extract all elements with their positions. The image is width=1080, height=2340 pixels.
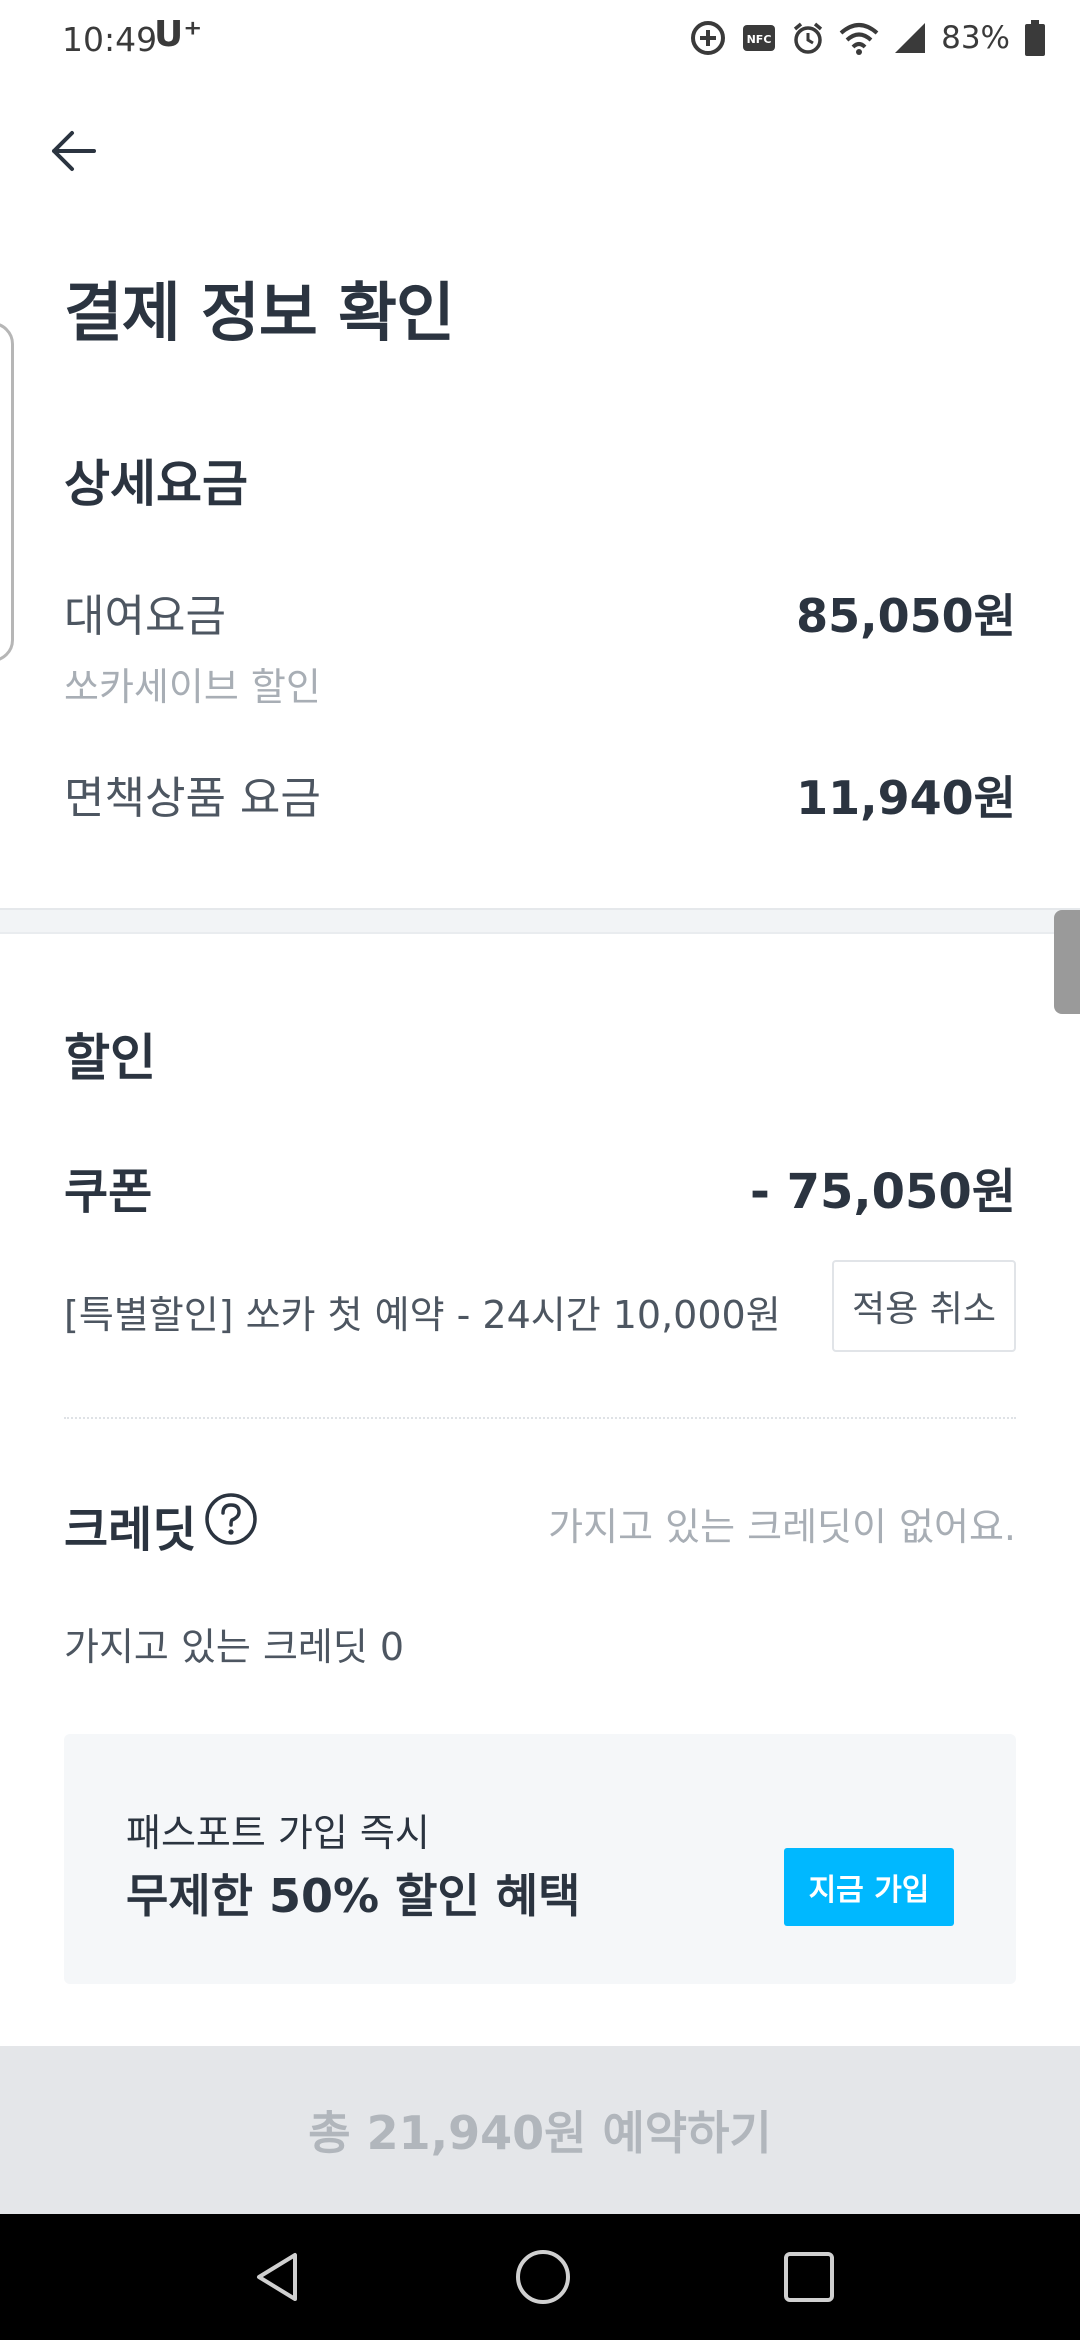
alarm-icon — [793, 22, 823, 54]
battery-icon — [1025, 20, 1045, 56]
join-now-button[interactable]: 지금 가입 — [784, 1848, 954, 1926]
cancel-coupon-button[interactable]: 적용 취소 — [832, 1260, 1016, 1352]
discount-title: 할인 — [64, 1029, 156, 1087]
insurance-fee-value: 11,940원 — [796, 771, 1016, 825]
credit-empty-message: 가지고 있는 크레딧이 없어요. — [548, 1505, 1016, 1549]
battery-percent: 83% — [941, 20, 1010, 56]
coupon-label: 쿠폰 — [64, 1164, 153, 1220]
insurance-fee-label: 면책상품 요금 — [64, 773, 321, 824]
nav-recents-button[interactable] — [776, 2244, 842, 2310]
nfc-icon: NFC — [743, 25, 776, 51]
promo-line1: 패스포트 가입 즉시 — [126, 1811, 430, 1855]
passport-promo-card: 패스포트 가입 즉시 무제한 50% 할인 혜택 지금 가입 — [64, 1734, 1016, 1984]
system-nav-bar — [0, 2214, 1080, 2340]
rental-fee-value: 85,050원 — [796, 589, 1016, 643]
svg-text:NFC: NFC — [747, 33, 772, 46]
reserve-button[interactable]: 총 21,940원 예약하기 — [0, 2046, 1080, 2214]
nav-home-button[interactable] — [510, 2244, 576, 2310]
wifi-icon — [839, 23, 879, 55]
status-carrier: U⁺ — [154, 14, 203, 55]
coupon-value: - 75,050원 — [749, 1164, 1016, 1220]
triangle-back-icon — [257, 2253, 297, 2301]
rental-fee-label: 대여요금 — [64, 591, 226, 642]
status-icons: NFC 83% — [689, 16, 1046, 60]
credit-owned-amount: 가지고 있는 크레딧 0 — [64, 1625, 405, 1669]
nav-back-button[interactable] — [246, 2244, 312, 2310]
arrow-left-icon — [52, 131, 96, 171]
status-time: 10:49 — [62, 20, 158, 59]
data-saver-icon — [691, 21, 726, 55]
rental-fee-subtext: 쏘카세이브 할인 — [64, 665, 321, 709]
question-icon[interactable] — [204, 1492, 258, 1546]
square-recents-icon — [784, 2252, 834, 2302]
coupon-description: [특별할인] 쏘카 첫 예약 - 24시간 10,000원 — [64, 1293, 781, 1337]
back-button[interactable] — [40, 118, 106, 184]
promo-line2: 무제한 50% 할인 혜택 — [126, 1869, 581, 1923]
status-bar: 10:49 U⁺ NFC 83% — [0, 0, 1080, 76]
detail-fee-title: 상세요금 — [64, 455, 248, 513]
circle-home-icon — [516, 2250, 570, 2304]
edge-panel-handle[interactable] — [0, 322, 14, 662]
dotted-divider — [64, 1417, 1016, 1419]
scrollbar-thumb[interactable] — [1054, 910, 1080, 1014]
section-divider — [0, 908, 1080, 934]
signal-icon — [895, 23, 926, 53]
page-title: 결제 정보 확인 — [64, 277, 455, 351]
credit-label: 크레딧 — [64, 1502, 197, 1558]
